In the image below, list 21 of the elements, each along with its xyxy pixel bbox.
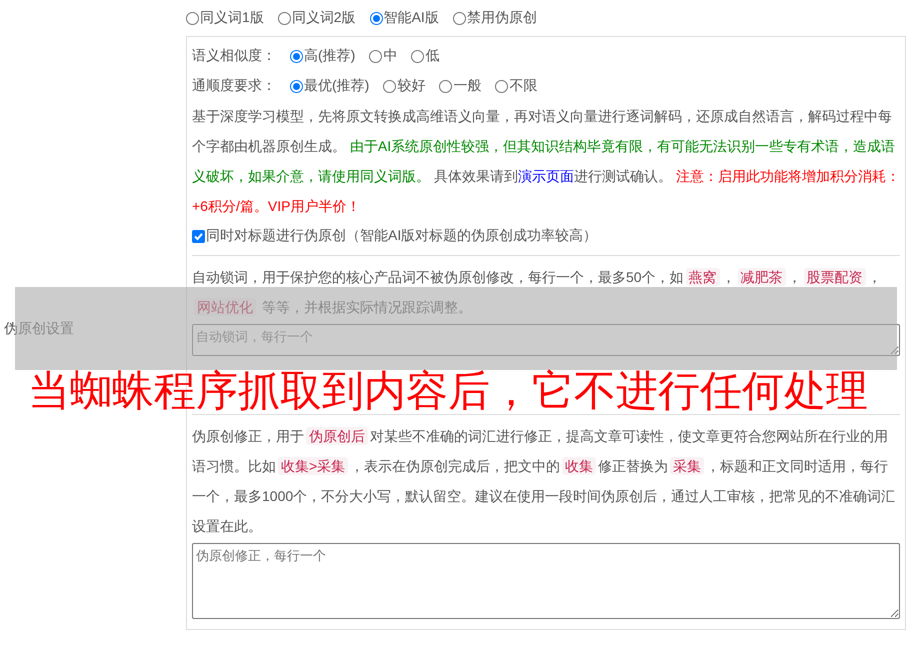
mode-radio[interactable]: 禁用伪原创 xyxy=(452,9,537,27)
description-text: 伪原创修正，用于 伪原创后 对某些不准确的词汇进行修正，提高文章可读性，使文章更符合您网站所在行业的用语习惯。比如 收集>采集 ，表示在伪原创完成后，把文中的 收集 修正替换为 采集 ，标题和正文同时适用，每行一个，最多1000个，不分大小写，默认留空。建议在使用一段时间伪原创后，通过人工审核，把常见的不准确词汇设置在此。 xyxy=(192,426,896,536)
overlay-caption: 当蜘蛛程序抓取到内容后，它不进行任何处理 xyxy=(28,366,868,416)
option-radio[interactable]: 高(推荐) xyxy=(290,47,356,65)
option-radio[interactable]: 中 xyxy=(369,47,398,65)
option-radio[interactable]: 最优(推荐) xyxy=(290,77,370,95)
option-radio[interactable]: 低 xyxy=(411,47,440,65)
option-radio[interactable]: 一般 xyxy=(439,77,482,95)
description-text: 自动锁词，用于保护您的核心产品词不被伪原创修改，每行一个，最多50个，如 燕窝 ， 减肥茶 ， 股票配资 ， 网站优化 等等，并根据实际情况跟踪调整。 xyxy=(192,267,883,318)
setting-label: 语义相似度： xyxy=(192,47,276,65)
mode-radio[interactable]: 同义词2版 xyxy=(278,9,356,27)
title-checkbox[interactable]: 同时对标题进行伪原创（智能AI版对标题的伪原创成功率较高） xyxy=(192,221,900,251)
description-text: 基于深度学习模型，先将原文转换成高维语义向量，再对语义向量进行逐词解码，还原成自然语言，解码过程中每个字都由机器原创生成。 由于AI系统原创性较强，但其知识结构毕竟有限，有可能无法识别一些专有术语，造成语义破坏，如果介意，请使用同义词版。 具体效果请到演示页面进行测试确认。 注意：启用此功能将增加积分消耗：+6积分/篇。VIP用户半价！ xyxy=(192,107,900,216)
demo-link[interactable]: 演示页面 xyxy=(518,168,574,184)
mode-radio[interactable]: 智能AI版 xyxy=(370,9,439,27)
corrections-field[interactable]: 伪原创修正，每行一个 xyxy=(192,543,900,619)
setting-label: 通顺度要求： xyxy=(192,77,276,95)
option-radio[interactable]: 不限 xyxy=(495,77,538,95)
mode-radio[interactable]: 同义词1版 xyxy=(186,9,264,27)
option-radio[interactable]: 较好 xyxy=(383,77,426,95)
section-label: 伪原创设置 xyxy=(4,320,74,338)
